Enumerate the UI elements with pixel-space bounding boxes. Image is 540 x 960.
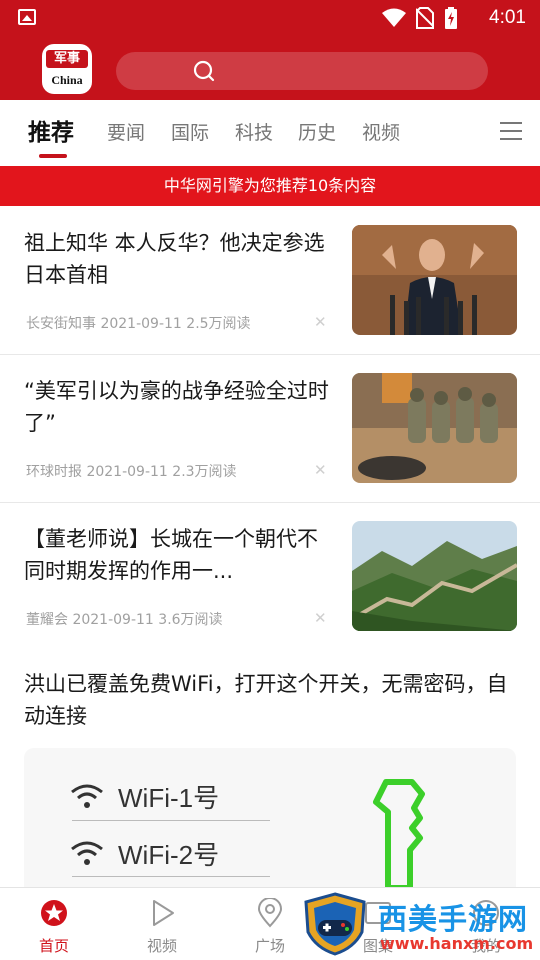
news-item[interactable]: 祖上知华 本人反华？他决定参选日本首相 长安街知事 2021-09-11 2.5… [0, 207, 540, 355]
wifi-list-item: WiFi-1号 [70, 776, 219, 816]
recommendation-banner: 中华网引擎为您推荐10条内容 [0, 166, 540, 206]
nav-home[interactable]: 首页 [19, 888, 89, 960]
search-icon [193, 60, 215, 82]
no-sim-icon [416, 7, 434, 29]
logo-text-bottom: China [51, 73, 83, 87]
divider [72, 820, 270, 821]
news-thumbnail[interactable] [352, 521, 517, 631]
nav-label: 视频 [146, 937, 177, 955]
news-source: 董耀会 [26, 612, 68, 628]
news-meta: 环球时报 2021-09-11 2.3万阅读 [26, 461, 237, 481]
news-source: 环球时报 [26, 464, 82, 480]
home-icon [41, 900, 67, 926]
app-logo[interactable]: 军事 China [42, 44, 92, 94]
news-thumbnail[interactable] [352, 373, 517, 483]
watermark-url: www.hanxm.com [380, 934, 534, 953]
nav-square[interactable]: 广场 [235, 888, 305, 960]
dismiss-icon[interactable]: ✕ [314, 609, 327, 627]
divider [72, 876, 270, 877]
watermark: 西美手游网 www.hanxm.com [300, 888, 540, 960]
news-date: 2021-09-11 [72, 612, 154, 628]
news-date: 2021-09-11 [86, 464, 168, 480]
category-tabs: 推荐 要闻 国际 科技 历史 视频 [0, 100, 540, 166]
tab-headlines[interactable]: 要闻 [107, 100, 145, 166]
nav-label: 首页 [38, 937, 69, 955]
dismiss-icon[interactable]: ✕ [314, 461, 327, 479]
ad-image[interactable]: WiFi-1号 WiFi-2号 [24, 748, 516, 888]
tab-video[interactable]: 视频 [362, 100, 400, 166]
tab-history[interactable]: 历史 [298, 100, 336, 166]
news-thumbnail[interactable] [352, 225, 517, 335]
nav-label: 广场 [254, 937, 285, 955]
gallery-notification-icon [18, 9, 36, 25]
news-title[interactable]: “美军引以为豪的战争经验全过时了” [24, 375, 329, 439]
tab-international[interactable]: 国际 [171, 100, 209, 166]
search-box[interactable] [116, 52, 488, 90]
clock: 4:01 [489, 7, 526, 28]
news-source: 长安街知事 [26, 316, 96, 332]
news-reads: 3.6万阅读 [158, 612, 223, 628]
news-title[interactable]: 祖上知华 本人反华？他决定参选日本首相 [24, 227, 329, 291]
wifi-signal-icon [382, 8, 406, 27]
location-pin-icon [257, 898, 283, 928]
wifi-icon [71, 841, 103, 865]
battery-charging-icon [445, 7, 457, 29]
news-meta: 长安街知事 2021-09-11 2.5万阅读 [26, 313, 251, 333]
status-icons [382, 6, 458, 30]
news-item[interactable]: 【董老师说】长城在一个朝代不同时期发挥的作用一... 董耀会 2021-09-1… [0, 503, 540, 651]
nav-video[interactable]: 视频 [127, 888, 197, 960]
logo-text-top: 军事 [46, 50, 88, 68]
ad-news-item[interactable]: 洪山已覆盖免费WiFi，打开这个开关，无需密码，自动连接 WiFi-1号 WiF… [0, 650, 540, 888]
menu-icon[interactable] [500, 122, 522, 140]
gamepad-shield-logo [304, 892, 366, 956]
active-tab-indicator [39, 154, 67, 158]
news-title[interactable]: 洪山已覆盖免费WiFi，打开这个开关，无需密码，自动连接 [24, 668, 516, 732]
status-bar: 4:01 [0, 0, 540, 36]
news-item[interactable]: “美军引以为豪的战争经验全过时了” 环球时报 2021-09-11 2.3万阅读… [0, 355, 540, 503]
news-reads: 2.3万阅读 [172, 464, 237, 480]
key-icon [373, 779, 425, 888]
wifi-icon [71, 784, 103, 808]
wifi-name: WiFi-2号 [118, 839, 220, 870]
app-header: 军事 China [0, 36, 540, 100]
news-date: 2021-09-11 [100, 316, 182, 332]
tab-technology[interactable]: 科技 [235, 100, 273, 166]
news-title[interactable]: 【董老师说】长城在一个朝代不同时期发挥的作用一... [24, 523, 329, 587]
wifi-name: WiFi-1号 [118, 782, 220, 813]
wifi-list-item: WiFi-2号 [70, 833, 219, 873]
dismiss-icon[interactable]: ✕ [314, 313, 327, 331]
news-reads: 2.5万阅读 [186, 316, 251, 332]
watermark-title: 西美手游网 [378, 902, 529, 936]
play-icon [153, 900, 174, 926]
news-meta: 董耀会 2021-09-11 3.6万阅读 [26, 609, 223, 629]
